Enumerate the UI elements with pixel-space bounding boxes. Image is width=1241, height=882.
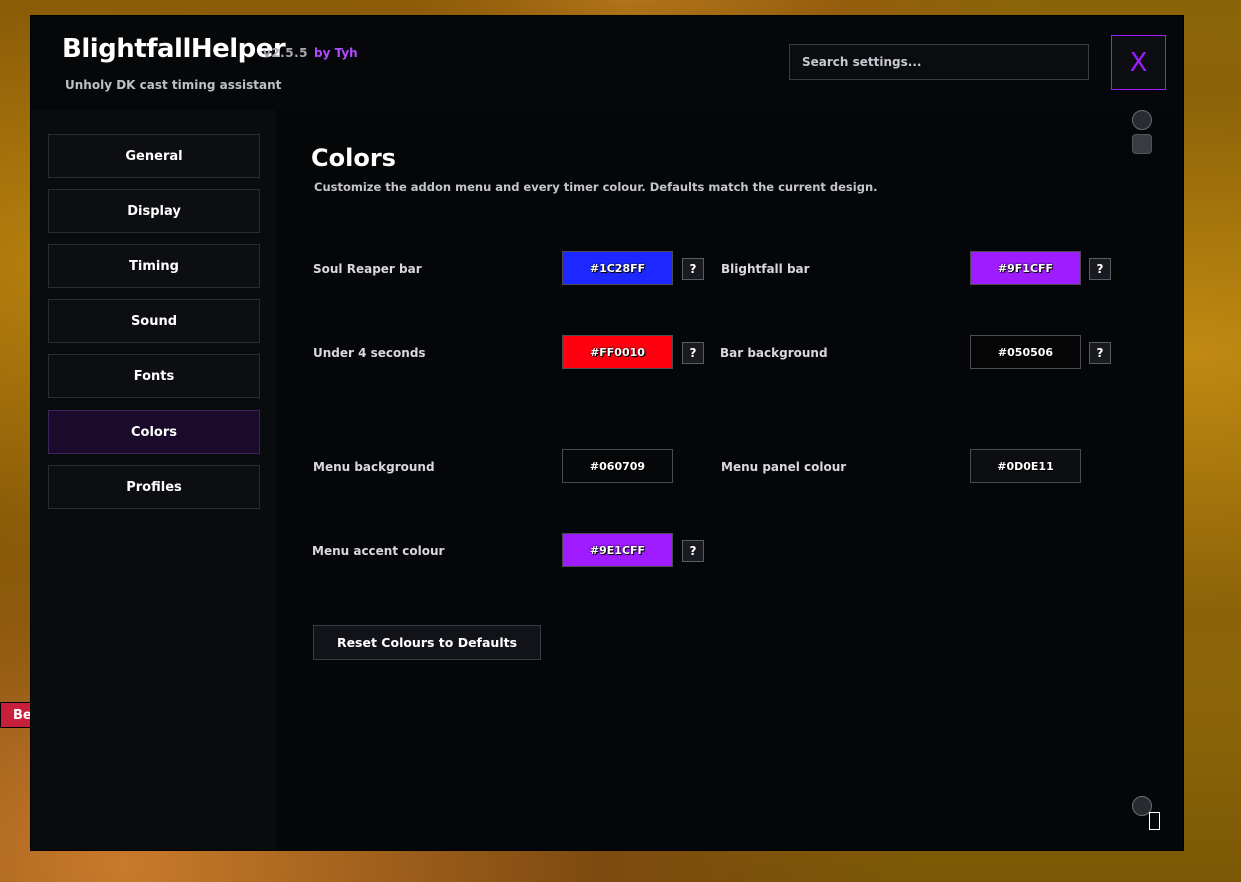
sidebar-item-sound[interactable]: Sound — [48, 299, 260, 343]
menu-background-color-swatch[interactable]: #060709 — [562, 449, 673, 483]
page-title: Colors — [311, 144, 396, 172]
sidebar-item-display[interactable]: Display — [48, 189, 260, 233]
page-description: Customize the addon menu and every timer… — [314, 180, 878, 194]
menu-panel-colour-swatch[interactable]: #0D0E11 — [970, 449, 1081, 483]
blightfall-color-swatch[interactable]: #9F1CFF — [970, 251, 1081, 285]
scroll-handle-icon[interactable] — [1132, 134, 1152, 154]
menu-background-label: Menu background — [313, 460, 435, 474]
menu-accent-colour-help-button[interactable]: ? — [682, 540, 704, 562]
menu-panel-colour-label: Menu panel colour — [721, 460, 847, 474]
soul-reaper-label: Soul Reaper bar — [313, 262, 422, 276]
blightfall-help-button[interactable]: ? — [1089, 258, 1111, 280]
bar-background-help-button[interactable]: ? — [1089, 342, 1111, 364]
bar-background-label: Bar background — [720, 346, 828, 360]
menu-accent-colour-label: Menu accent colour — [312, 544, 445, 558]
blightfall-label: Blightfall bar — [721, 262, 810, 276]
version-label: v2.5.5 — [263, 46, 308, 60]
sidebar-item-profiles[interactable]: Profiles — [48, 465, 260, 509]
resize-handle-icon[interactable] — [1149, 812, 1160, 830]
soul-reaper-help-button[interactable]: ? — [682, 258, 704, 280]
bar-background-color-swatch[interactable]: #050506 — [970, 335, 1081, 369]
minimap-icon[interactable] — [1132, 110, 1152, 130]
under-4-seconds-label: Under 4 seconds — [313, 346, 426, 360]
search-input[interactable] — [789, 44, 1089, 80]
window-header: BlightfallHelper v2.5.5 by Tyh Unholy DK… — [31, 16, 1183, 110]
addon-title: BlightfallHelper — [62, 34, 286, 64]
menu-accent-colour-swatch[interactable]: #9E1CFF — [562, 533, 673, 567]
background-nameplate: Be — [0, 702, 34, 728]
close-button[interactable]: X — [1111, 35, 1166, 90]
author-label: by Tyh — [314, 46, 358, 60]
content-panel: Colors Customize the addon menu and ever… — [276, 110, 1183, 850]
sidebar: General Display Timing Sound Fonts Color… — [31, 110, 276, 850]
sidebar-item-fonts[interactable]: Fonts — [48, 354, 260, 398]
under-4-seconds-color-swatch[interactable]: #FF0010 — [562, 335, 673, 369]
sidebar-item-timing[interactable]: Timing — [48, 244, 260, 288]
sidebar-item-general[interactable]: General — [48, 134, 260, 178]
addon-subtitle: Unholy DK cast timing assistant — [65, 78, 282, 92]
soul-reaper-color-swatch[interactable]: #1C28FF — [562, 251, 673, 285]
addon-window: BlightfallHelper v2.5.5 by Tyh Unholy DK… — [31, 16, 1183, 850]
reset-colours-button[interactable]: Reset Colours to Defaults — [313, 625, 541, 660]
sidebar-item-colors[interactable]: Colors — [48, 410, 260, 454]
under-4-seconds-help-button[interactable]: ? — [682, 342, 704, 364]
